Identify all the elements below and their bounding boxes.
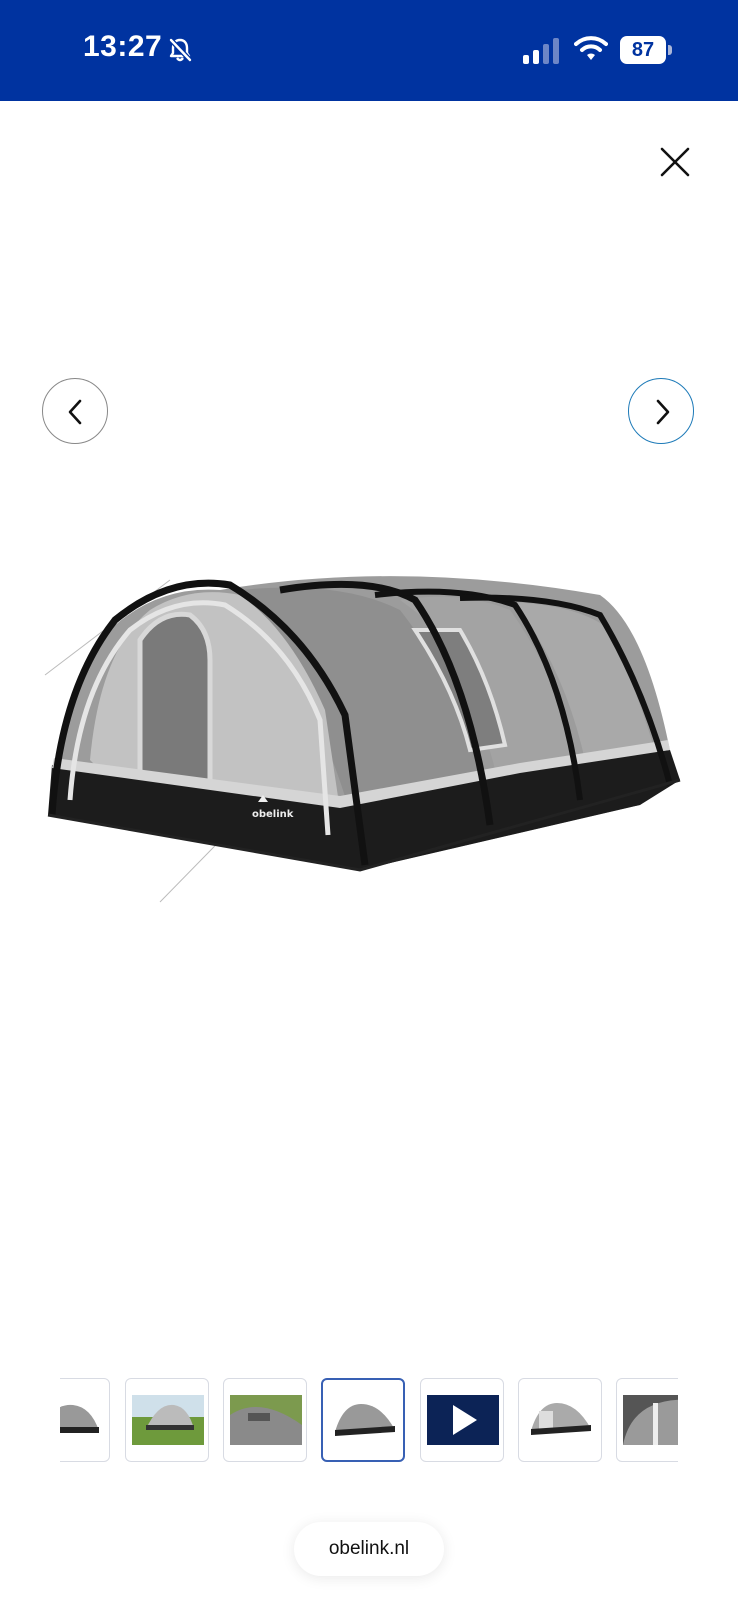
thumbnail-tent-roof-closeup[interactable] [223,1378,307,1462]
thumbnail-tent-campsite-photo[interactable] [125,1378,209,1462]
status-bar: 13:27 87 [0,0,738,101]
wifi-icon [574,34,608,62]
chevron-left-icon [68,399,82,425]
thumbnail-video[interactable] [420,1378,504,1462]
tent-product-image: obelink [40,570,700,920]
next-image-button[interactable] [628,378,694,444]
status-time: 13:27 [83,30,163,63]
cellular-signal-icon [523,38,563,64]
close-icon [660,147,690,177]
chevron-right-icon [656,399,670,425]
close-button[interactable] [656,143,694,181]
battery-percent: 87 [631,39,655,61]
battery-tip [668,45,672,55]
thumbnail-tent-interior[interactable] [616,1378,678,1462]
bell-slash-icon [166,36,194,64]
browser-url-pill[interactable]: obelink.nl [294,1522,444,1576]
thumbnail-tent-side-view[interactable] [60,1378,110,1462]
previous-image-button[interactable] [42,378,108,444]
thumbnail-tent-open-door[interactable] [518,1378,602,1462]
svg-text:obelink: obelink [252,809,294,820]
thumbnail-strip[interactable] [60,1378,678,1466]
battery-icon: 87 [620,36,672,64]
thumbnail-tent-product-photo[interactable] [321,1378,405,1462]
